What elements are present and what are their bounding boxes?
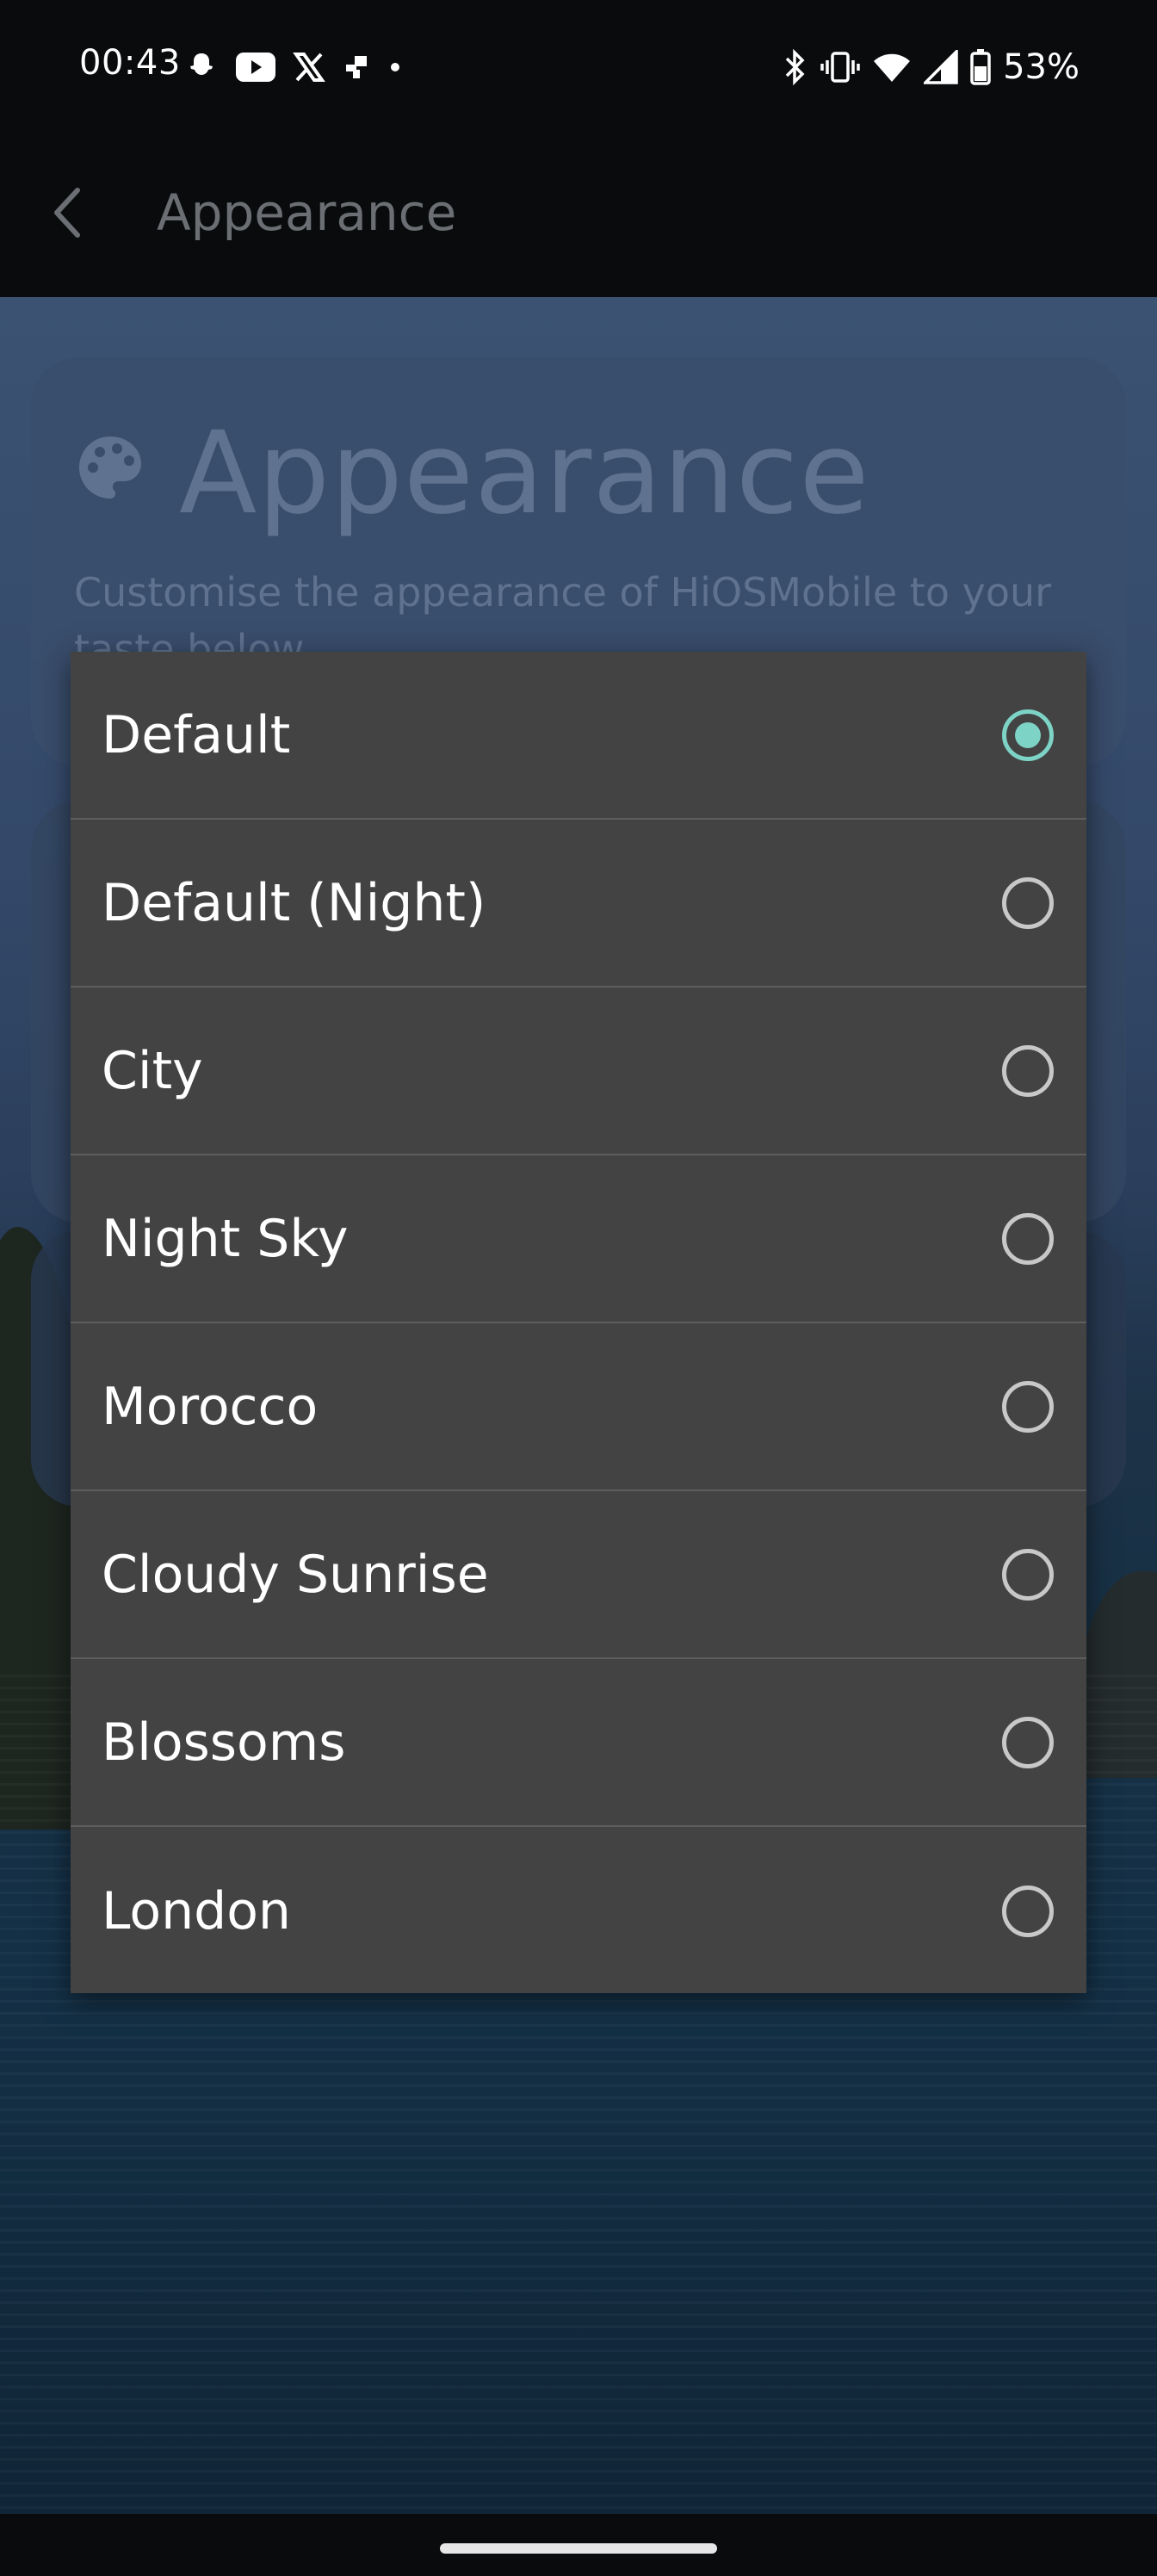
theme-select-dialog: Default Default (Night) City Night Sky M…: [71, 652, 1086, 1993]
option-label: Morocco: [102, 1376, 319, 1437]
option-label: Blossoms: [102, 1712, 346, 1773]
radio-button[interactable]: [1002, 1716, 1054, 1768]
option-label: Default (Night): [102, 872, 486, 933]
signal-icon: [924, 50, 958, 84]
status-bar: 00:43 53%: [0, 0, 1157, 133]
back-arrow-icon: [54, 188, 80, 238]
option-label: Night Sky: [102, 1208, 349, 1269]
theme-option-london[interactable]: London: [71, 1827, 1086, 1995]
radio-button[interactable]: [1002, 1212, 1054, 1265]
theme-option-blossoms[interactable]: Blossoms: [71, 1659, 1086, 1827]
system-icons: 53%: [783, 46, 1080, 88]
option-label: Default: [102, 704, 291, 765]
radio-button[interactable]: [1002, 1044, 1054, 1097]
theme-option-cloudy-sunrise[interactable]: Cloudy Sunrise: [71, 1491, 1086, 1659]
radio-button[interactable]: [1002, 1548, 1054, 1601]
radio-button-selected[interactable]: [1002, 709, 1054, 761]
theme-option-default-night[interactable]: Default (Night): [71, 820, 1086, 988]
battery-icon: [970, 49, 991, 85]
theme-option-default[interactable]: Default: [71, 652, 1086, 820]
dot-icon: [391, 63, 399, 71]
back-button[interactable]: [33, 178, 102, 247]
bluetooth-icon: [785, 48, 805, 86]
option-label: Cloudy Sunrise: [102, 1544, 489, 1605]
battery-percent: 53%: [1003, 47, 1080, 87]
gesture-handle[interactable]: [440, 2543, 717, 2554]
vibrate-icon: [820, 52, 860, 83]
snapchat-icon: [190, 53, 213, 75]
wifi-icon: [874, 53, 911, 82]
notification-icons: [184, 48, 401, 86]
status-time: 00:43: [79, 43, 181, 83]
x-icon: [293, 53, 325, 82]
theme-option-city[interactable]: City: [71, 988, 1086, 1155]
app-icon: [346, 56, 367, 78]
radio-button[interactable]: [1002, 1380, 1054, 1433]
radio-button[interactable]: [1002, 876, 1054, 929]
page-title: Appearance: [157, 183, 457, 242]
theme-option-night-sky[interactable]: Night Sky: [71, 1155, 1086, 1323]
theme-option-morocco[interactable]: Morocco: [71, 1323, 1086, 1491]
option-label: City: [102, 1040, 203, 1101]
youtube-icon: [236, 53, 275, 82]
navigation-bar: [0, 2514, 1157, 2576]
option-label: London: [102, 1880, 291, 1941]
radio-button[interactable]: [1002, 1885, 1054, 1937]
app-bar: Appearance: [0, 133, 1157, 297]
